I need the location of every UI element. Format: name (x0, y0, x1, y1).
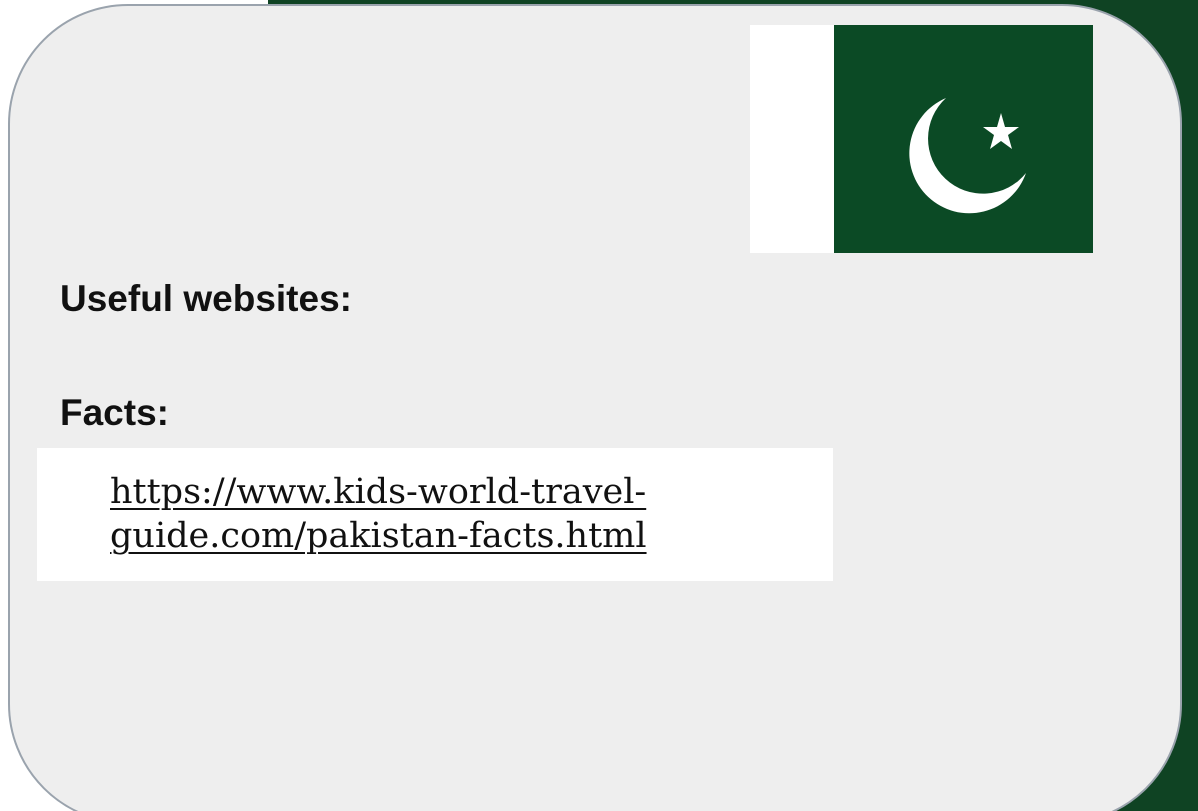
crescent-icon (909, 98, 1026, 214)
pakistan-flag-icon (750, 25, 1093, 253)
flag-hoist (750, 25, 834, 253)
link-box: https://www.kids-world-travel- guide.com… (37, 448, 833, 581)
crescent-star-icon (909, 98, 1026, 214)
useful-websites-heading: Useful websites: (60, 278, 352, 319)
slide: Useful websites: Facts: https://www.kids… (0, 0, 1198, 811)
link-line-1: https://www.kids-world-travel- (110, 472, 647, 512)
kids-world-travel-guide-link[interactable]: https://www.kids-world-travel- guide.com… (110, 470, 810, 558)
star-icon (983, 113, 1019, 149)
link-line-2: guide.com/pakistan-facts.html (110, 516, 647, 556)
facts-heading: Facts: (60, 392, 169, 433)
flag-field (834, 25, 1093, 253)
